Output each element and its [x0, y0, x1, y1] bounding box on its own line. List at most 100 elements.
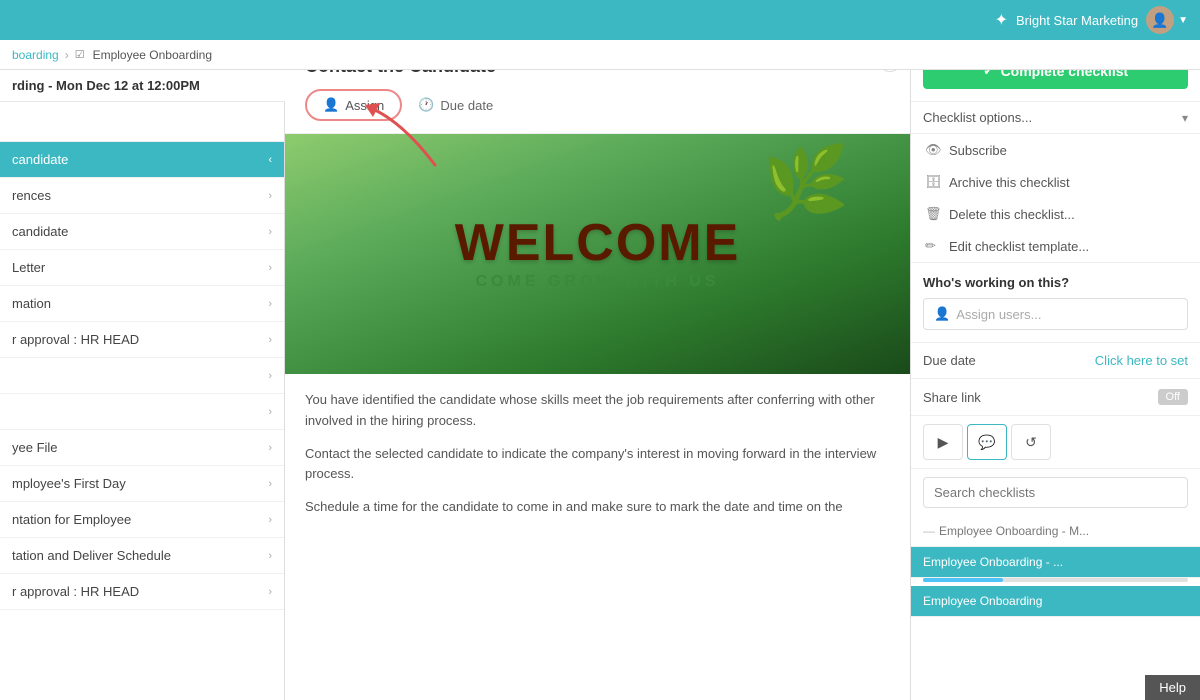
sidebar-item-label: mation	[12, 296, 51, 311]
checklist-item-label: Employee Onboarding - M...	[939, 524, 1089, 538]
archive-label: Archive this checklist	[949, 175, 1070, 190]
chevron-right-icon: ›	[268, 514, 272, 526]
chevron-down-icon: ▾	[1182, 111, 1188, 125]
welcome-text-sub: COME GROW WITH US	[455, 273, 741, 291]
chevron-left-icon: ‹	[268, 154, 272, 166]
archive-checklist-item[interactable]: 🗄 Archive this checklist	[911, 166, 1200, 198]
sidebar-item-label: r approval : HR HEAD	[12, 332, 139, 347]
account-chevron-icon[interactable]: ▼	[1178, 15, 1188, 26]
chevron-right-icon: ›	[268, 226, 272, 238]
sidebar-item-label: Letter	[12, 260, 45, 275]
sidebar-item-label: yee File	[12, 440, 58, 455]
sidebar-item-deliver-schedule[interactable]: tation and Deliver Schedule ›	[0, 538, 284, 574]
body-paragraph-1: You have identified the candidate whose …	[305, 390, 890, 432]
sidebar-item-label: candidate	[12, 152, 68, 167]
search-checklists-input[interactable]	[923, 477, 1188, 508]
chevron-right-icon: ›	[268, 442, 272, 454]
checklist-options-menu: 👁 Subscribe 🗄 Archive this checklist 🗑 D…	[911, 134, 1200, 263]
trash-icon: 🗑	[925, 206, 941, 222]
checklist-progress-bar	[923, 578, 1188, 582]
chevron-right-icon: ›	[268, 478, 272, 490]
brand-label: Bright Star Marketing	[1016, 13, 1138, 28]
chevron-right-icon: ›	[268, 262, 272, 274]
brand-name: ✦ Bright Star Marketing	[995, 10, 1139, 30]
history-button[interactable]: ↺	[1011, 424, 1051, 460]
chevron-right-icon: ›	[268, 550, 272, 562]
content-body: You have identified the candidate whose …	[285, 374, 910, 546]
due-date-button[interactable]: 🕐 Due date	[418, 97, 493, 113]
due-date-row: Due date Click here to set	[911, 343, 1200, 379]
sidebar-item-employee-file[interactable]: yee File ›	[0, 430, 284, 466]
star-icon: ✦	[995, 10, 1008, 30]
welcome-image: 🌿 WELCOME COME GROW WITH US	[285, 134, 910, 374]
content-actions: 👤 Assign 🕐 Due date	[305, 89, 890, 121]
edit-template-label: Edit checklist template...	[949, 239, 1089, 254]
due-date-label: Due date	[440, 98, 493, 113]
breadcrumb: boarding › ☑ Employee Onboarding	[0, 40, 1200, 70]
sidebar-item-hr-approval-2[interactable]: r approval : HR HEAD ›	[0, 574, 284, 610]
whos-working-section: Who's working on this? 👤 Assign users...	[911, 263, 1200, 343]
share-link-row: Share link Off	[911, 379, 1200, 416]
dash-icon: —	[923, 524, 935, 538]
clock-icon: 🕐	[418, 97, 434, 113]
due-date-set-link[interactable]: Click here to set	[1095, 353, 1188, 368]
sidebar-item-empty1[interactable]: ›	[0, 358, 284, 394]
help-button[interactable]: Help	[1145, 675, 1200, 700]
chevron-right-icon: ›	[268, 334, 272, 346]
delete-checklist-item[interactable]: 🗑 Delete this checklist...	[911, 198, 1200, 230]
checklist-item-label: Employee Onboarding	[923, 594, 1042, 608]
chevron-right-icon: ›	[268, 298, 272, 310]
body-paragraph-2: Contact the selected candidate to indica…	[305, 444, 890, 486]
share-link-label: Share link	[923, 390, 981, 405]
assign-button[interactable]: 👤 Assign	[305, 89, 402, 121]
sidebar-item-label: rences	[12, 188, 51, 203]
sidebar-item-hr-approval-1[interactable]: r approval : HR HEAD ›	[0, 322, 284, 358]
checklist-progress-fill	[923, 578, 1003, 582]
share-link-toggle[interactable]: Off	[1158, 389, 1188, 405]
sidebar-item-first-day[interactable]: mployee's First Day ›	[0, 466, 284, 502]
checklist-options-label: Checklist options...	[923, 110, 1032, 125]
chevron-right-icon: ›	[268, 406, 272, 418]
sidebar-item-candidate2[interactable]: candidate ›	[0, 214, 284, 250]
assign-users-input[interactable]: 👤 Assign users...	[923, 298, 1188, 330]
eye-icon: 👁	[925, 142, 941, 158]
sidebar-item-letter[interactable]: Letter ›	[0, 250, 284, 286]
sidebar-item-references[interactable]: rences ›	[0, 178, 284, 214]
archive-icon: 🗄	[925, 174, 941, 190]
edit-template-item[interactable]: ✏ Edit checklist template...	[911, 230, 1200, 262]
sidebar-item-orientation[interactable]: ntation for Employee ›	[0, 502, 284, 538]
chat-button[interactable]: 💬	[967, 424, 1007, 460]
sidebar-item-candidate[interactable]: candidate ‹	[0, 142, 284, 178]
sidebar-item-information[interactable]: mation ›	[0, 286, 284, 322]
action-icons-row: ▶ 💬 ↺	[911, 416, 1200, 469]
breadcrumb-separator: ›	[65, 48, 69, 62]
body-paragraph-3: Schedule a time for the candidate to com…	[305, 497, 890, 518]
left-sidebar: rding - Mon Dec 12 at 12:00PM candidate …	[0, 40, 285, 700]
sidebar-item-label: r approval : HR HEAD	[12, 584, 139, 599]
pencil-icon: ✏	[925, 238, 941, 254]
sidebar-item-label: mployee's First Day	[12, 476, 126, 491]
sidebar-item-empty2[interactable]: ›	[0, 394, 284, 430]
checklist-item-label: Employee Onboarding - ...	[923, 555, 1063, 569]
checklist-list-item-1[interactable]: — Employee Onboarding - M...	[911, 516, 1200, 547]
due-date-label: Due date	[923, 353, 976, 368]
subscribe-item[interactable]: 👁 Subscribe	[911, 134, 1200, 166]
avatar[interactable]: 👤	[1146, 6, 1174, 34]
assign-users-placeholder: Assign users...	[956, 307, 1041, 322]
sidebar-item-label: candidate	[12, 224, 68, 239]
checklist-list-item-2[interactable]: Employee Onboarding - ...	[911, 547, 1200, 578]
breadcrumb-employee-onboarding[interactable]: Employee Onboarding	[93, 48, 212, 62]
play-button[interactable]: ▶	[923, 424, 963, 460]
sidebar-item-label: ntation for Employee	[12, 512, 131, 527]
right-panel: ✓ Complete checklist Checklist options..…	[910, 40, 1200, 700]
welcome-text-main: WELCOME	[455, 217, 741, 269]
person-icon: 👤	[934, 306, 950, 322]
subscribe-label: Subscribe	[949, 143, 1007, 158]
checklist-list-item-3[interactable]: Employee Onboarding	[911, 586, 1200, 617]
breadcrumb-boarding[interactable]: boarding	[12, 48, 59, 62]
checklist-icon: ☑	[75, 48, 85, 61]
checklist-options-dropdown[interactable]: Checklist options... ▾	[911, 101, 1200, 134]
sidebar-item-label: tation and Deliver Schedule	[12, 548, 171, 563]
user-icon: 👤	[323, 97, 339, 113]
main-content: › Contact the Candidate 👤 Assign 🕐 Due d…	[285, 40, 910, 700]
